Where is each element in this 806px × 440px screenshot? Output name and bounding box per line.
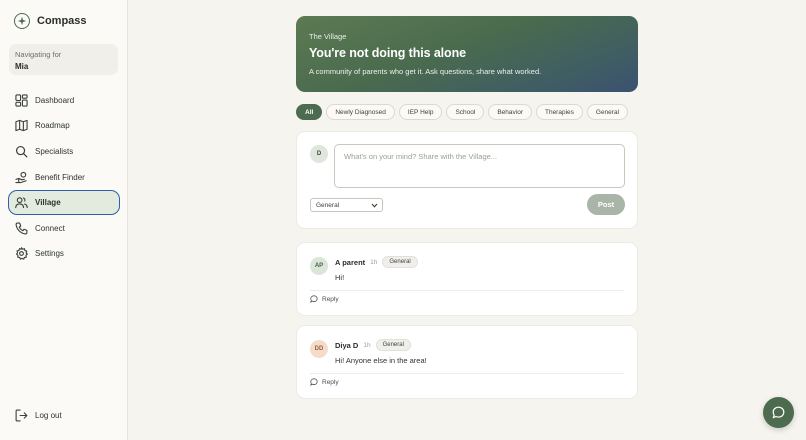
post-body: Hi! Anyone else in the area! [335,356,427,365]
sidebar-item-dashboard[interactable]: Dashboard [8,88,120,113]
comment-icon [310,295,318,303]
search-icon [15,145,28,158]
filter-chip-iep-help[interactable]: IEP Help [398,104,443,120]
avatar: DD [310,340,328,358]
chat-button[interactable] [763,397,794,428]
post-composer: D What's on your mind? Share with the Vi… [296,131,638,229]
sidebar-item-label: Roadmap [35,121,70,130]
filter-chip-therapies[interactable]: Therapies [535,104,583,120]
post-body: Hi! [335,273,345,282]
compass-logo-icon [14,13,30,29]
users-icon [15,197,28,209]
reply-label: Reply [322,295,339,303]
avatar: D [310,145,328,163]
category-select-value: General [316,201,340,209]
chevron-down-icon [371,203,378,208]
post-author-name: A parent [335,257,366,267]
post-meta: Diya D 1h General [335,339,411,351]
sidebar-item-connect[interactable]: Connect [8,216,120,241]
hero-title: You're not doing this alone [309,46,466,60]
sidebar-item-specialists[interactable]: Specialists [8,139,120,164]
filter-chip-general[interactable]: General [586,104,629,120]
post-author-name: Diya D [335,340,359,350]
sidebar-item-benefit-finder[interactable]: Benefit Finder [8,165,120,190]
post-time: 1h [370,258,378,266]
dashboard-icon [15,94,28,107]
logout-button[interactable]: Log out [8,403,120,428]
sidebar-item-label: Dashboard [35,96,75,105]
post-card: DD Diya D 1h General Hi! Anyone else in … [296,325,638,399]
village-hero: The Village You're not doing this alone … [296,16,638,92]
logout-icon [15,409,28,422]
avatar: AP [310,257,328,275]
hero-subtitle: A community of parents who get it. Ask q… [309,67,542,76]
divider [310,373,624,374]
reply-label: Reply [322,378,339,386]
filter-chip-all[interactable]: All [296,104,323,120]
hero-eyebrow: The Village [309,32,347,41]
brand[interactable]: Compass [14,13,87,29]
sidebar-item-label: Benefit Finder [35,173,85,182]
sidebar-item-label: Settings [35,249,64,258]
divider [310,290,624,291]
post-meta: A parent 1h General [335,256,418,268]
post-category-tag: General [382,256,418,268]
navigating-for-card: Navigating for Mia [9,44,118,75]
map-icon [15,119,28,132]
sidebar-item-label: Village [35,198,61,207]
post-time: 1h [363,341,371,349]
post-card: AP A parent 1h General Hi! Reply [296,242,638,316]
sidebar-item-settings[interactable]: Settings [8,241,120,266]
post-button[interactable]: Post [587,194,625,215]
navigating-for-label: Navigating for [15,50,62,59]
post-category-tag: General [375,339,411,351]
comment-icon [310,378,318,386]
brand-name: Compass [37,15,87,27]
phone-icon [15,222,28,235]
filter-chip-school[interactable]: School [446,104,485,120]
filter-chip-behavior[interactable]: Behavior [488,104,532,120]
reply-button[interactable]: Reply [310,295,339,303]
logout-label: Log out [35,411,62,420]
filter-chip-newly-diagnosed[interactable]: Newly Diagnosed [326,104,395,120]
filter-chips: All Newly Diagnosed IEP Help School Beha… [296,104,629,120]
navigating-for-value: Mia [15,62,29,71]
sidebar-item-roadmap[interactable]: Roadmap [8,113,120,138]
chat-bubble-icon [772,406,785,419]
reply-button[interactable]: Reply [310,378,339,386]
sidebar: Compass Navigating for Mia Dashboard Roa… [0,0,128,440]
category-select[interactable]: General [310,198,383,212]
gear-icon [15,247,28,260]
post-input[interactable]: What's on your mind? Share with the Vill… [334,144,625,188]
sidebar-item-label: Specialists [35,147,74,156]
benefit-icon [15,171,27,184]
sidebar-item-village[interactable]: Village [8,190,120,215]
sidebar-item-label: Connect [35,224,65,233]
